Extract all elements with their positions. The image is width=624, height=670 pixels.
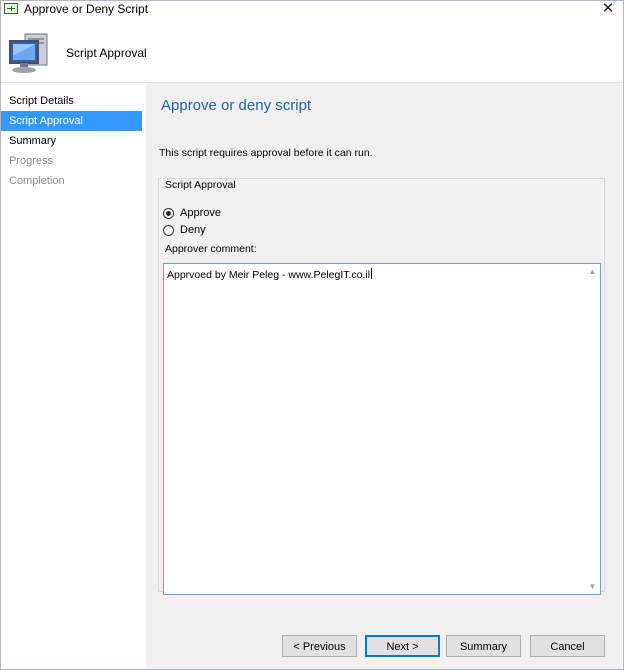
- comment-textarea[interactable]: Apprvoed by Meir Peleg - www.PelegIT.co.…: [163, 263, 601, 595]
- nav-item-completion: Completion: [9, 175, 65, 187]
- nav-item-script-approval[interactable]: Script Approval: [1, 111, 142, 131]
- button-bar: < Previous Next > Summary Cancel: [146, 617, 622, 669]
- app-icon: [4, 3, 18, 14]
- group-label: Script Approval: [162, 179, 239, 191]
- wizard-header: Script Approval: [1, 18, 623, 83]
- cancel-button[interactable]: Cancel: [530, 635, 605, 657]
- window-title: Approve or Deny Script: [24, 2, 149, 16]
- wizard-nav: Script Details Script Approval Summary P…: [1, 83, 142, 669]
- approval-message: This script requires approval before it …: [159, 147, 373, 159]
- nav-item-script-details[interactable]: Script Details: [1, 91, 142, 111]
- computer-monitor-icon: [9, 33, 48, 73]
- title-bar: Approve or Deny Script ✕: [1, 0, 623, 18]
- deny-option[interactable]: Deny: [163, 223, 206, 237]
- scroll-down-icon[interactable]: ▼: [585, 579, 600, 594]
- content-panel: Approve or deny script This script requi…: [146, 83, 622, 617]
- approve-radio[interactable]: [163, 207, 174, 219]
- comment-text: Apprvoed by Meir Peleg - www.PelegIT.co.…: [167, 269, 371, 281]
- deny-label: Deny: [180, 224, 206, 236]
- scroll-up-icon[interactable]: ▲: [585, 264, 600, 279]
- dialog-window: Approve or Deny Script ✕ Script Approval…: [0, 0, 624, 670]
- close-icon[interactable]: ✕: [599, 0, 617, 18]
- next-button[interactable]: Next >: [365, 635, 440, 657]
- previous-button[interactable]: < Previous: [282, 635, 357, 657]
- header-title: Script Approval: [66, 46, 147, 60]
- comment-label: Approver comment:: [165, 243, 257, 255]
- approve-option[interactable]: Approve: [163, 206, 221, 220]
- nav-item-progress: Progress: [9, 155, 54, 167]
- page-title: Approve or deny script: [161, 97, 312, 114]
- comment-scrollbar[interactable]: ▲ ▼: [585, 264, 600, 594]
- deny-radio[interactable]: [163, 224, 174, 236]
- text-caret: [371, 268, 373, 279]
- summary-button[interactable]: Summary: [446, 635, 521, 657]
- nav-item-summary[interactable]: Summary: [1, 131, 142, 151]
- approve-label: Approve: [180, 207, 221, 219]
